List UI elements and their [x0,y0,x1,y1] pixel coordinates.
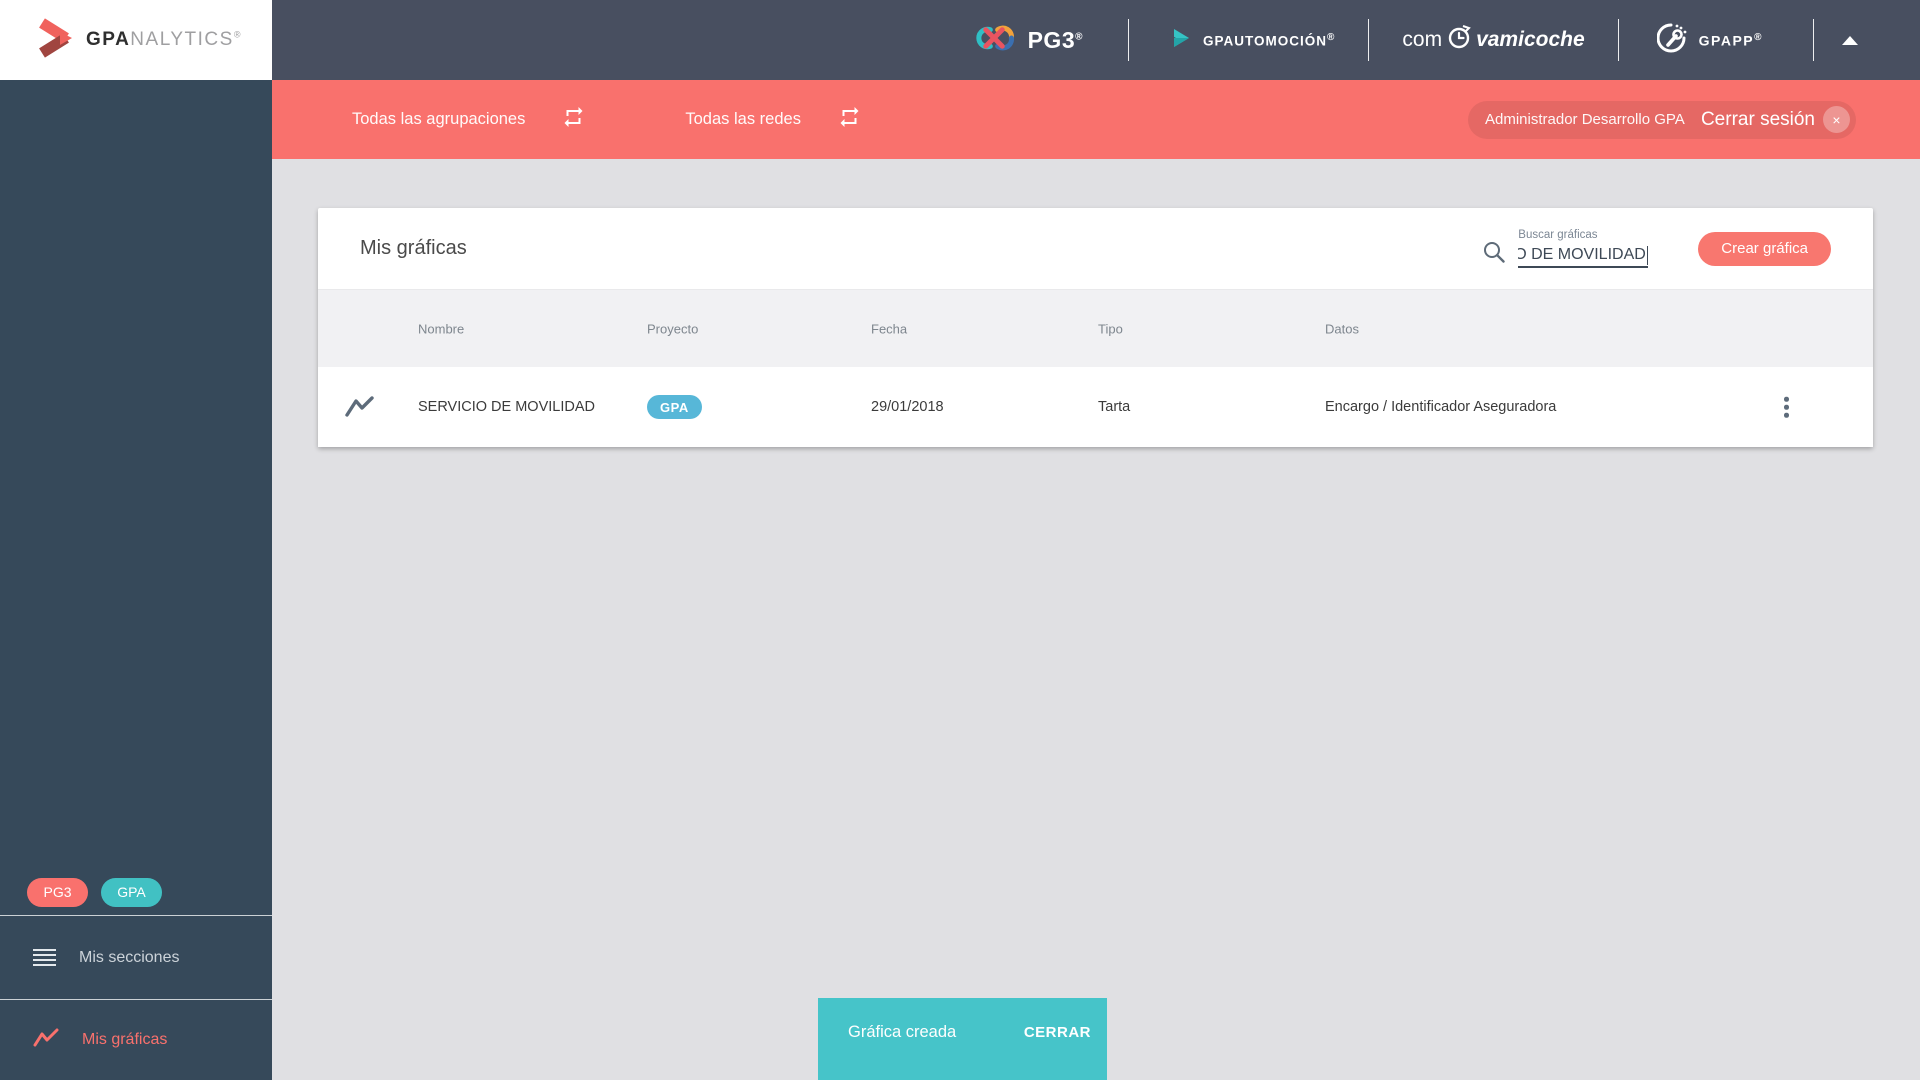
chart-trend-icon [344,395,374,419]
gpautomocion-label: GPAUTOMOCIÓN® [1203,31,1336,49]
pg3-label: PG3® [1027,26,1083,53]
search-field-label: Buscar gráficas [1518,229,1598,241]
app-logo-text: GPANALYTICS® [86,29,242,50]
text-cursor [1646,245,1649,265]
topbar: PG3® GPAUTOMOCIÓN® com vamicoche GPAPP® [272,0,1920,80]
col-header-tipo: Tipo [1098,321,1123,336]
topbar-separator [1813,19,1814,61]
redes-label: Todas las redes [685,110,801,128]
col-header-nombre: Nombre [418,321,465,336]
kebab-menu-icon[interactable] [1780,393,1793,422]
clock-icon [1446,24,1472,56]
gpapp-label: GPAPP® [1698,31,1763,49]
chart-line-icon [33,1028,59,1053]
table-row[interactable]: SERVICIO DE MOVILIDAD GPA 29/01/2018 Tar… [318,367,1873,447]
graficas-card: Mis gráficas Buscar gráficas O DE MOVILI… [318,208,1873,447]
logout-x-icon[interactable]: × [1823,106,1850,133]
filter-bar: Todas las agrupaciones Todas las redes A… [272,80,1920,159]
sidebar-item-mis-secciones[interactable]: Mis secciones [0,916,272,999]
row-tipo: Tarta [1098,399,1131,415]
brand-gpapp: GPAPP® [1656,22,1763,59]
col-header-datos: Datos [1325,321,1359,336]
badge-pg3[interactable]: PG3 [27,877,88,907]
project-badge: GPA [647,395,702,419]
sidebar-item-label: Mis secciones [79,948,180,966]
snackbar: Gráfica creada CERRAR [818,998,1107,1080]
row-datos: Encargo / Identificador Aseguradora [1325,399,1557,415]
brand-gpautomocion: GPAUTOMOCIÓN® [1167,25,1335,56]
app-logo[interactable]: GPANALYTICS® [0,0,272,80]
page-title: Mis gráficas [360,237,467,259]
collapse-up-arrow[interactable] [1842,35,1858,45]
topbar-separator [1128,19,1129,61]
snackbar-message: Gráfica creada [848,1022,957,1041]
search-input[interactable]: O DE MOVILIDAD [1518,244,1649,268]
search-input-value: O DE MOVILIDAD [1518,246,1646,263]
row-menu [1780,393,1793,422]
pg3-infinity-icon [972,22,1016,59]
col-header-fecha: Fecha [871,321,908,336]
brand-pg3: PG3® [972,22,1083,59]
gpapp-wrench-icon [1656,22,1689,59]
card-header: Mis gráficas Buscar gráficas O DE MOVILI… [318,208,1873,289]
topbar-separator [1617,19,1619,61]
sidebar: GPANALYTICS® PG3 GPA Mis secciones Mis g… [0,0,272,1080]
swap-redes-icon[interactable] [837,105,862,134]
search-field: Buscar gráficas O DE MOVILIDAD [1518,229,1649,268]
sidebar-badges: PG3 GPA [0,869,272,915]
sidebar-item-mis-graficas[interactable]: Mis gráficas [0,1000,272,1080]
snackbar-close-button[interactable]: CERRAR [1024,1024,1091,1041]
logout-button[interactable]: Cerrar sesión [1701,109,1815,131]
user-session-pill: Administrador Desarrollo GPA Cerrar sesi… [1468,100,1856,139]
sidebar-item-label: Mis gráficas [82,1031,168,1048]
row-nombre: SERVICIO DE MOVILIDAD [418,399,595,415]
create-chart-button[interactable]: Crear gráfica [1698,231,1831,266]
menu-icon [33,948,56,967]
swap-agrupaciones-icon[interactable] [561,105,586,134]
row-fecha: 29/01/2018 [871,399,944,415]
sidebar-bottom: PG3 GPA Mis secciones Mis gráficas [0,869,272,1080]
badge-gpa[interactable]: GPA [101,877,162,907]
search-icon[interactable] [1482,240,1506,269]
user-name: Administrador Desarrollo GPA [1485,111,1685,128]
row-proyecto: GPA [647,395,702,419]
table-header-row: Nombre Proyecto Fecha Tipo Datos [318,289,1873,367]
agrupaciones-label: Todas las agrupaciones [352,110,526,128]
topbar-separator [1368,19,1370,61]
brand-comprovamicoche: com vamicoche [1402,24,1585,56]
gpa-analytics-arrow-icon [30,17,76,64]
col-header-proyecto: Proyecto [647,321,699,336]
gpautomocion-arrow-icon [1167,25,1195,56]
search-group: Buscar gráficas O DE MOVILIDAD Crear grá… [1482,228,1831,269]
